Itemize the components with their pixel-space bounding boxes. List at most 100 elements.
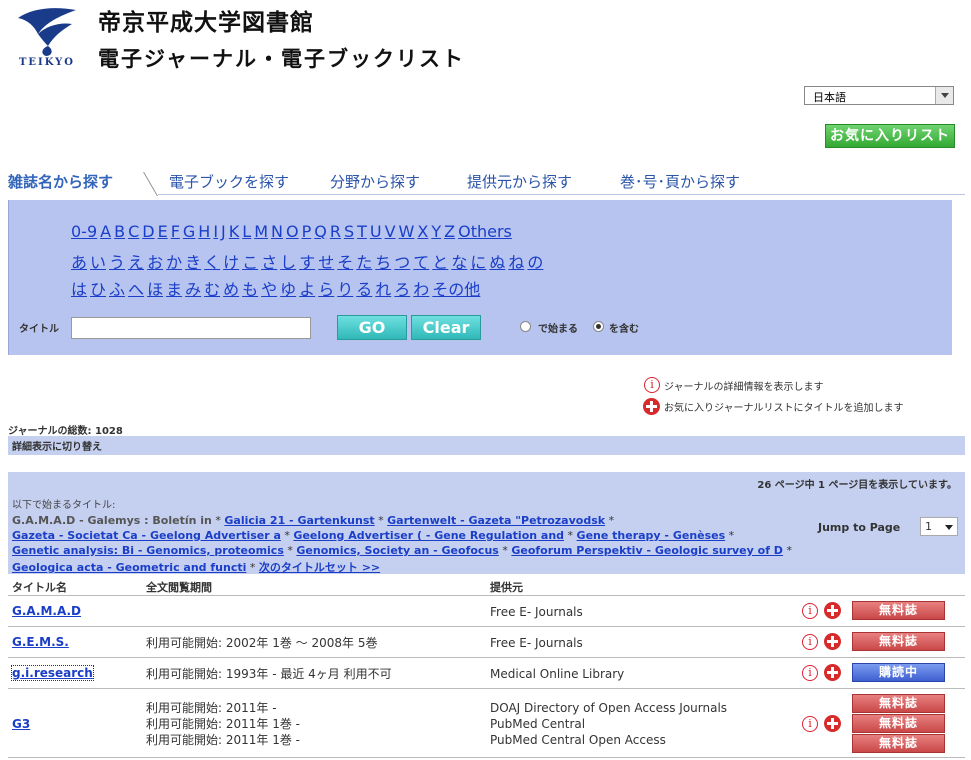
kana-index-link[interactable]: す bbox=[299, 253, 315, 272]
alpha-index-link[interactable]: W bbox=[399, 222, 415, 241]
info-icon[interactable]: i bbox=[802, 633, 818, 650]
kana-index-link[interactable]: へ bbox=[128, 280, 144, 299]
kana-index-link[interactable]: ま bbox=[166, 280, 182, 299]
add-favorite-icon[interactable] bbox=[824, 664, 841, 681]
title-range-link[interactable]: Geelong Advertiser ( - Gene Regulation a… bbox=[293, 529, 564, 542]
title-range-link[interactable]: Geoforum Perspektiv - Geologic survey of… bbox=[511, 544, 783, 557]
alpha-index-link[interactable]: S bbox=[344, 222, 354, 241]
tab-subject[interactable]: 分野から探す bbox=[330, 170, 420, 194]
tab-citation[interactable]: 巻･号･頁から探す bbox=[620, 170, 740, 194]
favorites-list-button[interactable]: お気に入りリスト bbox=[825, 124, 955, 148]
free-journal-badge[interactable]: 無料誌 bbox=[852, 632, 945, 651]
kana-index-link[interactable]: た bbox=[356, 253, 372, 272]
title-range-link[interactable]: Genetic analysis: Bi - Genomics, proteom… bbox=[12, 544, 284, 557]
clear-button[interactable]: Clear bbox=[411, 315, 481, 340]
free-journal-badge[interactable]: 無料誌 bbox=[852, 714, 945, 733]
journal-title-link[interactable]: G3 bbox=[12, 717, 30, 731]
kana-index-link[interactable]: こ bbox=[242, 253, 258, 272]
alpha-index-link[interactable]: Others bbox=[458, 222, 512, 241]
kana-index-link[interactable]: ひ bbox=[90, 280, 106, 299]
alpha-index-link[interactable]: J bbox=[221, 222, 226, 241]
kana-index-link[interactable]: か bbox=[166, 253, 182, 272]
journal-title-link[interactable]: G.E.M.S. bbox=[12, 635, 69, 649]
kana-index-link[interactable]: む bbox=[204, 280, 220, 299]
kana-index-link[interactable]: も bbox=[242, 280, 258, 299]
alpha-index-link[interactable]: X bbox=[417, 222, 428, 241]
kana-index-link[interactable]: な bbox=[451, 253, 467, 272]
kana-index-link[interactable]: その他 bbox=[432, 280, 480, 299]
alpha-index-link[interactable]: T bbox=[357, 222, 367, 241]
alpha-index-link[interactable]: R bbox=[330, 222, 341, 241]
kana-index-link[interactable]: つ bbox=[394, 253, 410, 272]
kana-index-link[interactable]: ら bbox=[318, 280, 334, 299]
kana-index-link[interactable]: れ bbox=[375, 280, 391, 299]
title-range-link[interactable]: Geologica acta - Geometric and functi bbox=[12, 561, 246, 574]
alpha-index-link[interactable]: V bbox=[385, 222, 396, 241]
kana-index-link[interactable]: ふ bbox=[109, 280, 125, 299]
alpha-index-link[interactable]: M bbox=[254, 222, 268, 241]
alpha-index-link[interactable]: E bbox=[158, 222, 168, 241]
kana-index-link[interactable]: め bbox=[223, 280, 239, 299]
alpha-index-link[interactable]: O bbox=[286, 222, 299, 241]
kana-index-link[interactable]: け bbox=[223, 253, 239, 272]
alpha-index-link[interactable]: Z bbox=[444, 222, 455, 241]
kana-index-link[interactable]: さ bbox=[261, 253, 277, 272]
title-search-input[interactable] bbox=[71, 317, 311, 339]
kana-index-link[interactable]: ね bbox=[508, 253, 524, 272]
next-title-set-link[interactable]: 次のタイトルセット >> bbox=[259, 561, 380, 574]
alpha-index-link[interactable]: K bbox=[229, 222, 240, 241]
kana-index-link[interactable]: て bbox=[413, 253, 429, 272]
kana-index-link[interactable]: ち bbox=[375, 253, 391, 272]
subscribed-badge[interactable]: 購読中 bbox=[852, 663, 945, 682]
alpha-index-link[interactable]: F bbox=[171, 222, 180, 241]
kana-index-link[interactable]: ゆ bbox=[280, 280, 296, 299]
alpha-index-link[interactable]: N bbox=[271, 222, 283, 241]
tab-provider[interactable]: 提供元から探す bbox=[467, 170, 572, 194]
alpha-index-link[interactable]: A bbox=[100, 222, 111, 241]
alpha-index-link[interactable]: Y bbox=[431, 222, 441, 241]
kana-index-link[interactable]: ほ bbox=[147, 280, 163, 299]
alpha-index-link[interactable]: B bbox=[114, 222, 125, 241]
kana-index-link[interactable]: え bbox=[128, 253, 144, 272]
title-range-link[interactable]: Genomics, Society an - Geofocus bbox=[296, 544, 498, 557]
alpha-index-link[interactable]: D bbox=[142, 222, 154, 241]
go-button[interactable]: GO bbox=[337, 315, 407, 340]
add-favorite-icon[interactable] bbox=[824, 633, 841, 650]
kana-index-link[interactable]: り bbox=[337, 280, 353, 299]
tab-ebook[interactable]: 電子ブックを探す bbox=[169, 170, 289, 194]
kana-index-link[interactable]: ろ bbox=[394, 280, 410, 299]
journal-title-link[interactable]: G.A.M.A.D bbox=[12, 604, 81, 618]
kana-index-link[interactable]: は bbox=[71, 280, 87, 299]
info-icon[interactable]: i bbox=[802, 715, 818, 732]
alpha-index-link[interactable]: I bbox=[213, 222, 218, 241]
kana-index-link[interactable]: と bbox=[432, 253, 448, 272]
title-range-link[interactable]: Gene therapy - Genèses bbox=[577, 529, 726, 542]
kana-index-link[interactable]: わ bbox=[413, 280, 429, 299]
add-favorite-icon[interactable] bbox=[824, 715, 841, 732]
kana-index-link[interactable]: る bbox=[356, 280, 372, 299]
kana-index-link[interactable]: き bbox=[185, 253, 201, 272]
free-journal-badge[interactable]: 無料誌 bbox=[852, 601, 945, 620]
free-journal-badge[interactable]: 無料誌 bbox=[852, 734, 945, 753]
alpha-index-link[interactable]: U bbox=[370, 222, 382, 241]
alpha-index-link[interactable]: G bbox=[183, 222, 195, 241]
kana-index-link[interactable]: そ bbox=[337, 253, 353, 272]
kana-index-link[interactable]: あ bbox=[71, 253, 87, 272]
alpha-index-link[interactable]: P bbox=[302, 222, 312, 241]
kana-index-link[interactable]: く bbox=[204, 253, 220, 272]
kana-index-link[interactable]: に bbox=[470, 253, 486, 272]
alpha-index-link[interactable]: Q bbox=[314, 222, 327, 241]
jump-to-page-select[interactable]: 1 bbox=[920, 517, 958, 536]
title-range-link[interactable]: Gartenwelt - Gazeta "Petrozavodsk bbox=[387, 514, 605, 527]
title-range-link[interactable]: Gazeta - Societat Ca - Geelong Advertise… bbox=[12, 529, 281, 542]
kana-index-link[interactable]: お bbox=[147, 253, 163, 272]
kana-index-link[interactable]: み bbox=[185, 280, 201, 299]
kana-index-link[interactable]: い bbox=[90, 253, 106, 272]
kana-index-link[interactable]: う bbox=[109, 253, 125, 272]
kana-index-link[interactable]: や bbox=[261, 280, 277, 299]
detail-view-toggle-link[interactable]: 詳細表示に切り替え bbox=[12, 442, 102, 453]
language-select[interactable]: 日本語 bbox=[804, 86, 954, 105]
radio-starts-with[interactable] bbox=[520, 321, 531, 332]
radio-contains[interactable] bbox=[593, 321, 604, 332]
kana-index-link[interactable]: し bbox=[280, 253, 296, 272]
